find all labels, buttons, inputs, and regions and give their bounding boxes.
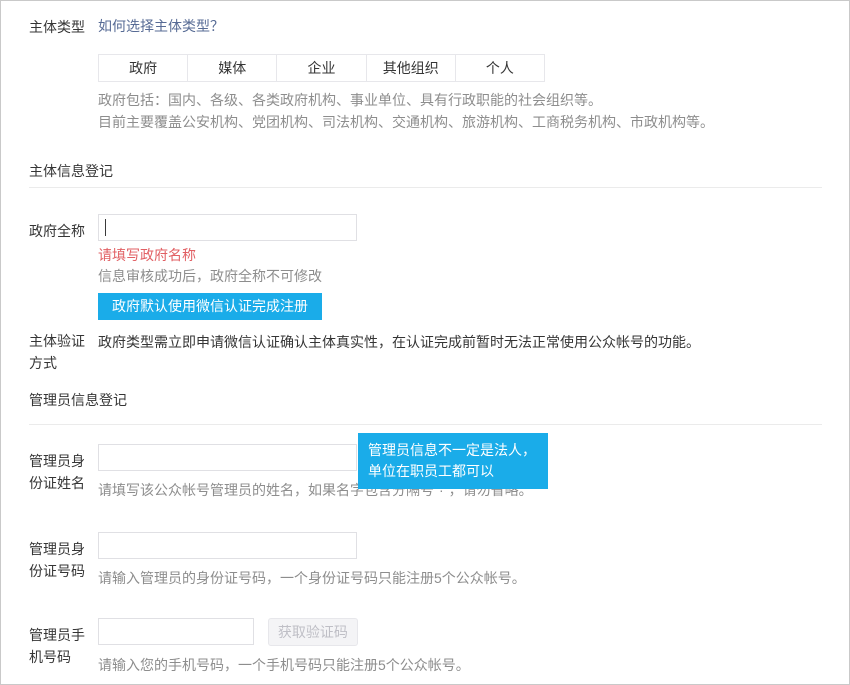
admin-phone-help: 请输入您的手机号码，一个手机号码只能注册5个公众帐号。: [98, 655, 822, 675]
admin-info-section-title: 管理员信息登记: [29, 390, 822, 424]
verify-method-row: 主体验证方式 政府类型需立即申请微信认证确认主体真实性，在认证完成前暂时无法正常…: [1, 330, 849, 374]
admin-phone-input[interactable]: [98, 618, 254, 645]
how-to-choose-type-link[interactable]: 如何选择主体类型？: [98, 18, 224, 34]
tooltip-line1: 管理员信息不一定是法人，: [368, 440, 538, 461]
registration-form-page: 主体类型 如何选择主体类型？ 政府 媒体 企业 其他组织 个人 政府包括：国内、…: [0, 0, 850, 685]
subject-type-label: 主体类型: [29, 16, 98, 133]
wechat-verify-register-button[interactable]: 政府默认使用微信认证完成注册: [98, 293, 322, 320]
admin-info-section-heading: 管理员信息登记: [29, 390, 822, 425]
admin-id-help: 请输入管理员的身份证号码，一个身份证号码只能注册5个公众帐号。: [98, 568, 822, 588]
subject-type-row: 主体类型 如何选择主体类型？ 政府 媒体 企业 其他组织 个人 政府包括：国内、…: [1, 16, 849, 133]
subject-type-tabs: 政府 媒体 企业 其他组织 个人: [98, 54, 545, 82]
admin-id-label: 管理员身份证号码: [29, 532, 98, 588]
gov-name-note: 信息审核成功后，政府全称不可修改: [98, 266, 822, 286]
admin-name-input[interactable]: [98, 444, 357, 471]
gov-name-field: 政府全称 请填写政府名称 信息审核成功后，政府全称不可修改 政府默认使用微信认证…: [1, 214, 849, 320]
subject-info-section-heading: 主体信息登记: [29, 161, 822, 188]
admin-name-field: 管理员身份证姓名 管理员信息不一定是法人， 单位在职员工都可以 请填写该公众帐号…: [1, 444, 849, 500]
tab-enterprise[interactable]: 企业: [277, 55, 366, 81]
gov-name-label: 政府全称: [29, 214, 98, 320]
admin-name-label: 管理员身份证姓名: [29, 444, 98, 500]
admin-id-field: 管理员身份证号码 请输入管理员的身份证号码，一个身份证号码只能注册5个公众帐号。: [1, 532, 849, 588]
subject-type-desc-line2: 目前主要覆盖公安机构、党团机构、司法机构、交通机构、旅游机构、工商税务机构、市政…: [98, 111, 822, 133]
admin-phone-label: 管理员手机号码: [29, 618, 98, 675]
verify-method-text: 政府类型需立即申请微信认证确认主体真实性，在认证完成前暂时无法正常使用公众帐号的…: [98, 330, 822, 353]
tab-other-org[interactable]: 其他组织: [367, 55, 456, 81]
get-verification-code-button[interactable]: 获取验证码: [268, 618, 358, 646]
subject-info-section-title: 主体信息登记: [29, 161, 822, 187]
subject-type-desc-line1: 政府包括：国内、各级、各类政府机构、事业单位、具有行政职能的社会组织等。: [98, 89, 822, 111]
tooltip-line2: 单位在职员工都可以: [368, 461, 538, 482]
verify-method-label: 主体验证方式: [29, 330, 98, 374]
gov-name-error: 请填写政府名称: [98, 245, 822, 265]
admin-name-tooltip: 管理员信息不一定是法人， 单位在职员工都可以: [358, 433, 548, 489]
tab-government[interactable]: 政府: [99, 55, 188, 81]
tab-media[interactable]: 媒体: [188, 55, 277, 81]
text-caret: [105, 219, 106, 236]
tab-individual[interactable]: 个人: [456, 55, 544, 81]
admin-phone-field: 管理员手机号码 获取验证码 请输入您的手机号码，一个手机号码只能注册5个公众帐号…: [1, 618, 849, 675]
admin-id-input[interactable]: [98, 532, 357, 559]
gov-name-input[interactable]: [98, 214, 357, 241]
